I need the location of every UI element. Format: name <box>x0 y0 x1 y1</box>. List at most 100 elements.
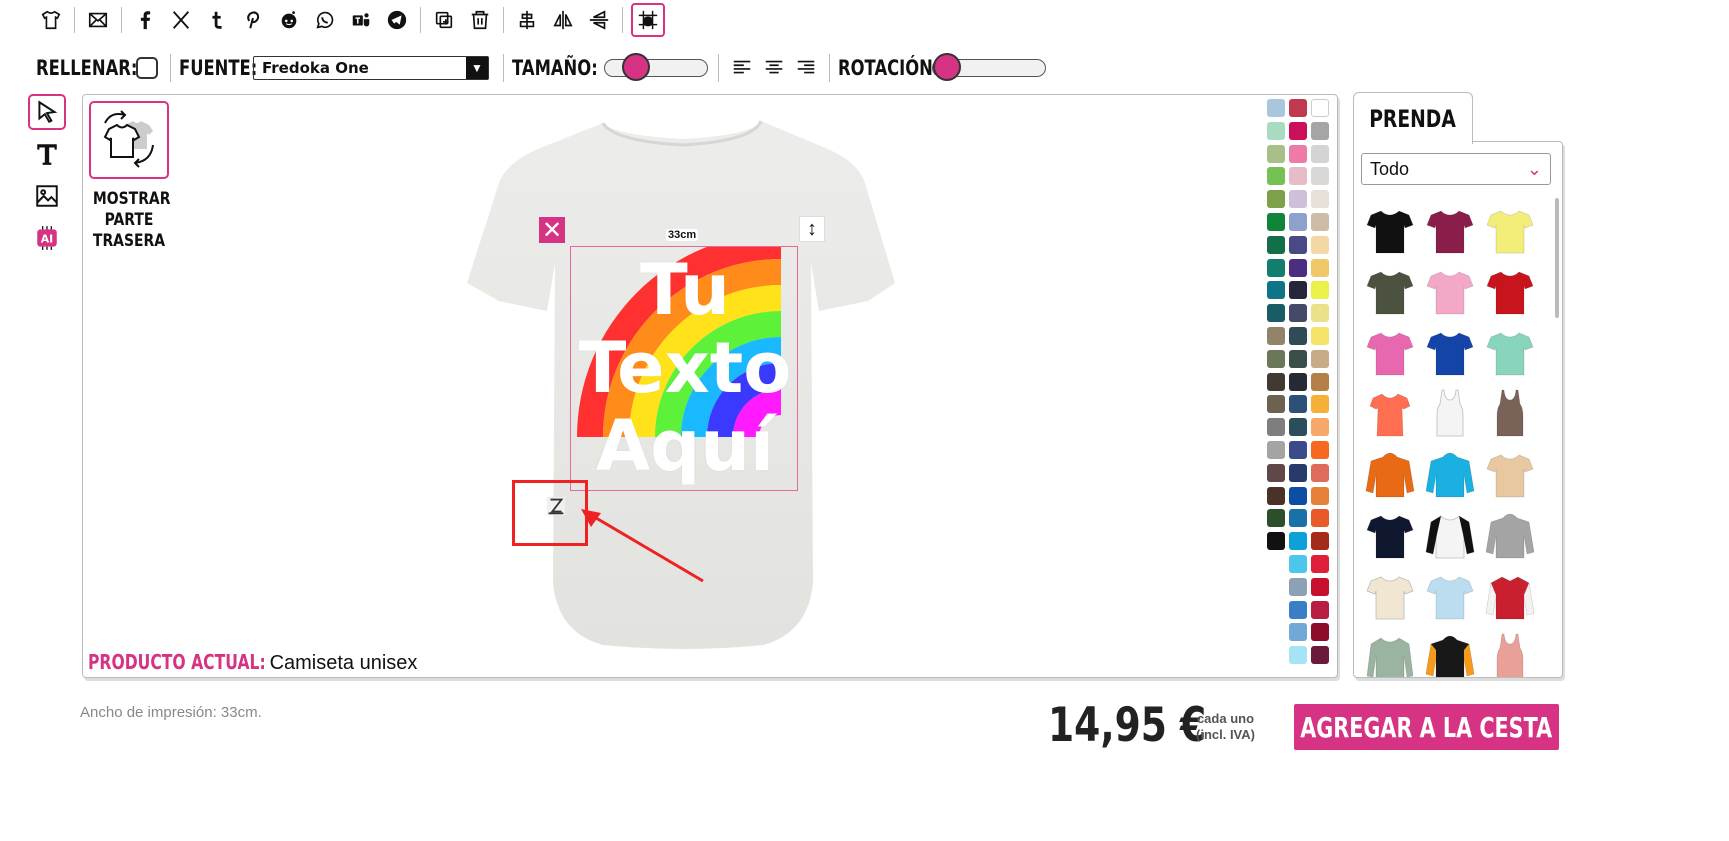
color-swatch[interactable] <box>1289 212 1307 231</box>
fill-checkbox[interactable] <box>136 57 158 79</box>
color-swatch[interactable] <box>1311 395 1329 414</box>
color-swatch[interactable] <box>1289 167 1307 186</box>
color-swatch[interactable] <box>1289 463 1307 482</box>
garment-item-hoodie[interactable] <box>1360 442 1420 503</box>
color-swatch[interactable] <box>1289 532 1307 551</box>
garment-item-tshirt[interactable] <box>1420 320 1480 381</box>
garment-item-tshirt[interactable] <box>1360 564 1420 625</box>
garment-item-jacket[interactable] <box>1480 564 1540 625</box>
color-swatch[interactable] <box>1289 554 1307 573</box>
whatsapp-icon[interactable] <box>310 5 340 35</box>
color-swatch[interactable] <box>1289 440 1307 459</box>
color-swatch[interactable] <box>1311 554 1329 573</box>
color-swatch[interactable] <box>1289 235 1307 254</box>
text-tool[interactable] <box>28 136 66 172</box>
color-swatch[interactable] <box>1311 440 1329 459</box>
color-swatch[interactable] <box>1311 212 1329 231</box>
color-swatch[interactable] <box>1289 486 1307 505</box>
color-swatch[interactable] <box>1289 418 1307 437</box>
rotation-slider[interactable] <box>932 53 1046 81</box>
design-canvas[interactable]: MOSTRAR PARTE TRASERA 33cm ✕ ↕ Tu Texto … <box>82 94 1338 678</box>
color-swatch[interactable] <box>1267 372 1285 391</box>
select-tool[interactable] <box>28 94 66 130</box>
telegram-icon[interactable] <box>382 5 412 35</box>
color-swatch[interactable] <box>1311 144 1329 163</box>
duplicate-icon[interactable] <box>429 5 459 35</box>
color-swatch[interactable] <box>1311 326 1329 345</box>
color-swatch[interactable] <box>1311 463 1329 482</box>
garment-item-tank[interactable] <box>1480 625 1540 677</box>
color-swatch[interactable] <box>1311 258 1329 277</box>
color-swatch[interactable] <box>1267 395 1285 414</box>
color-swatch[interactable] <box>1311 167 1329 186</box>
color-swatch[interactable] <box>1311 600 1329 619</box>
garment-item-hoodie[interactable] <box>1420 625 1480 677</box>
size-slider[interactable] <box>604 53 708 81</box>
color-swatch[interactable] <box>1267 190 1285 209</box>
color-swatch[interactable] <box>1311 121 1329 140</box>
color-swatch[interactable] <box>1311 99 1329 117</box>
color-swatch[interactable] <box>1267 167 1285 186</box>
color-swatch[interactable] <box>1289 304 1307 323</box>
add-to-cart-button[interactable]: AGREGAR A LA CESTA <box>1294 704 1559 750</box>
garment-item-longsleeve[interactable] <box>1360 625 1420 677</box>
tumblr-icon[interactable] <box>202 5 232 35</box>
color-swatch[interactable] <box>1267 258 1285 277</box>
garment-item-tshirt[interactable] <box>1420 259 1480 320</box>
color-swatch[interactable] <box>1267 440 1285 459</box>
color-swatch[interactable] <box>1289 372 1307 391</box>
garment-item-hoodie[interactable] <box>1480 503 1540 564</box>
color-swatch[interactable] <box>1289 577 1307 596</box>
color-swatch[interactable] <box>1289 99 1307 117</box>
garment-item-tshirt[interactable] <box>1360 503 1420 564</box>
garment-item-tshirt[interactable] <box>1420 564 1480 625</box>
color-swatch[interactable] <box>1311 646 1329 665</box>
align-center-vertical-icon[interactable] <box>512 5 542 35</box>
color-swatch[interactable] <box>1311 372 1329 391</box>
color-swatch[interactable] <box>1289 395 1307 414</box>
color-swatch[interactable] <box>1311 509 1329 528</box>
color-swatch[interactable] <box>1289 646 1307 665</box>
garment-item-tshirt[interactable] <box>1480 320 1540 381</box>
color-swatch[interactable] <box>1289 144 1307 163</box>
color-swatch[interactable] <box>1289 349 1307 368</box>
color-swatch[interactable] <box>1289 121 1307 140</box>
align-left-icon[interactable] <box>731 57 753 79</box>
garment-item-tshirt[interactable] <box>1480 198 1540 259</box>
resize-handle[interactable]: ↕ <box>799 216 825 242</box>
color-swatch[interactable] <box>1267 144 1285 163</box>
garment-item-tshirt[interactable] <box>1420 198 1480 259</box>
color-swatch[interactable] <box>1311 281 1329 300</box>
panel-scrollbar[interactable] <box>1555 198 1559 318</box>
color-swatch[interactable] <box>1289 326 1307 345</box>
color-swatch[interactable] <box>1311 486 1329 505</box>
color-swatch[interactable] <box>1267 212 1285 231</box>
show-back-button[interactable] <box>89 101 169 179</box>
garment-item-tshirt[interactable] <box>1480 259 1540 320</box>
trash-icon[interactable] <box>465 5 495 35</box>
color-swatch[interactable] <box>1267 235 1285 254</box>
align-right-icon[interactable] <box>795 57 817 79</box>
x-twitter-icon[interactable] <box>166 5 196 35</box>
font-select[interactable]: Fredoka One ▼ <box>253 56 489 80</box>
email-icon[interactable] <box>83 5 113 35</box>
color-swatch[interactable] <box>1267 304 1285 323</box>
color-swatch[interactable] <box>1311 235 1329 254</box>
color-swatch[interactable] <box>1267 121 1285 140</box>
garment-item-tshirt-fitted[interactable] <box>1360 381 1420 442</box>
garment-item-hoodie[interactable] <box>1420 442 1480 503</box>
tshirt-icon[interactable] <box>36 5 66 35</box>
color-swatch[interactable] <box>1267 99 1285 117</box>
facebook-icon[interactable] <box>130 5 160 35</box>
garment-item-tank[interactable] <box>1480 381 1540 442</box>
size-slider-knob[interactable] <box>621 53 650 81</box>
garment-filter-select[interactable]: Todo ⌄ <box>1361 153 1551 185</box>
color-swatch[interactable] <box>1289 509 1307 528</box>
color-swatch[interactable] <box>1289 258 1307 277</box>
garment-item-raglan[interactable] <box>1420 503 1480 564</box>
garment-item-tshirt[interactable] <box>1360 198 1420 259</box>
image-tool[interactable] <box>28 178 66 214</box>
color-swatch[interactable] <box>1311 623 1329 642</box>
garment-item-tshirt[interactable] <box>1360 259 1420 320</box>
pinterest-icon[interactable] <box>238 5 268 35</box>
